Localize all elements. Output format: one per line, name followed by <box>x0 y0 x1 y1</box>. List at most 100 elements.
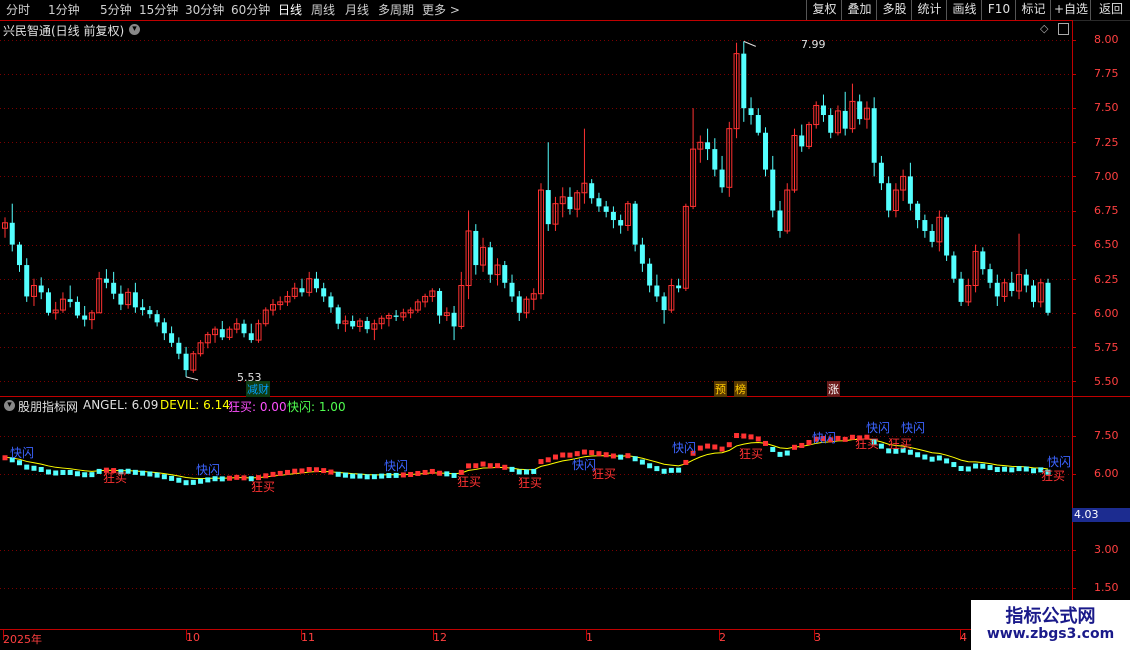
angel-bar <box>89 472 95 478</box>
angel-bar <box>965 466 971 472</box>
event-tag-bang[interactable]: 榜 <box>734 381 747 397</box>
angel-bar <box>2 455 8 461</box>
angel-bar <box>371 474 377 480</box>
angel-bar <box>560 452 566 458</box>
candle-body-down <box>610 211 616 221</box>
candle-body-down <box>748 108 754 116</box>
angel-bar <box>531 468 537 474</box>
angel-bar <box>741 433 747 439</box>
candle-body-down <box>763 132 769 170</box>
candle-body-down <box>140 307 146 311</box>
candle-body-down <box>987 269 993 283</box>
candle-body-down <box>958 278 964 302</box>
indicator-name[interactable]: 股朋指标网 <box>18 398 78 415</box>
angel-bar <box>538 459 544 465</box>
indicator-tick: 1.50 <box>1094 581 1119 594</box>
angel-bar <box>219 476 225 482</box>
angel-bar <box>480 461 486 467</box>
candle-body-down <box>241 323 247 334</box>
angel-bar <box>205 477 211 483</box>
angel-bar <box>502 464 508 470</box>
candle-body-down <box>705 142 711 150</box>
angel-bar <box>270 471 276 477</box>
candle-body-down <box>994 282 1000 297</box>
angel-bar <box>1031 468 1037 474</box>
angel-bar <box>400 472 406 478</box>
kuaishan-signal: 快闪 <box>812 431 836 445</box>
candle-body-down <box>980 251 986 270</box>
candle-body-down <box>183 353 189 371</box>
angel-bar <box>806 439 812 445</box>
indicator-tick: 3.00 <box>1094 543 1119 556</box>
angel-bar <box>799 442 805 448</box>
angel-bar <box>422 469 428 475</box>
angel-bar <box>342 472 348 478</box>
price-tick: 6.00 <box>1094 307 1119 320</box>
event-tag-jiancai[interactable]: 减财 <box>246 381 270 397</box>
kuaishan-signal: 快闪 <box>672 441 696 455</box>
candle-body-down <box>1023 274 1029 286</box>
candle-body-down <box>944 217 950 256</box>
angel-bar <box>335 471 341 477</box>
angel-bar <box>45 469 51 475</box>
event-tag-yu[interactable]: 预 <box>714 381 727 397</box>
angel-bar <box>878 443 884 449</box>
angel-bar <box>495 463 501 469</box>
angel-value: ANGEL: 6.09 <box>83 398 159 412</box>
angel-bar <box>415 470 421 476</box>
angel-bar <box>466 463 472 469</box>
candle-body-down <box>741 53 747 109</box>
angel-bar <box>994 467 1000 473</box>
kuangmai-signal: 狂买 <box>739 447 763 461</box>
candle-body-down <box>922 220 928 231</box>
kuaishan-signal: 快闪 <box>572 458 596 472</box>
angel-bar <box>668 467 674 473</box>
indicator-tick: 7.50 <box>1094 429 1119 442</box>
angel-bar <box>386 473 392 479</box>
kline-chart[interactable]: 狂买狂买 狂买 狂买狂买狂买狂买 狂买狂买快闪快闪 快闪 快闪快闪快闪快闪 快闪快闪 <box>0 0 1130 650</box>
angel-bar <box>198 478 204 484</box>
kuangmai-signal: 狂买 <box>518 476 542 490</box>
angel-bar <box>748 434 754 440</box>
kuangmai-signal: 狂买 <box>855 437 879 451</box>
angel-bar <box>632 456 638 462</box>
candle-body-down <box>545 190 551 225</box>
chevron-down-icon[interactable]: ▾ <box>4 400 15 411</box>
candle-body-down <box>1045 282 1051 313</box>
candle-body-down <box>1031 285 1037 302</box>
candle-body-down <box>45 292 51 313</box>
diamond-icon[interactable]: ◇ <box>1040 22 1048 35</box>
angel-bar <box>328 469 334 475</box>
kuaishan-value: 快闪: 1.00 <box>287 400 346 414</box>
angel-bar <box>552 454 558 460</box>
panel-toggle-icon[interactable] <box>1058 23 1069 35</box>
angel-bar <box>944 458 950 464</box>
angel-bar <box>227 475 233 481</box>
angel-bar <box>451 472 457 478</box>
date-tick: 10 <box>186 631 200 644</box>
price-tick: 7.00 <box>1094 170 1119 183</box>
event-tag-zhang[interactable]: 涨 <box>827 381 840 397</box>
angel-bar <box>350 473 356 479</box>
angel-bar <box>791 444 797 450</box>
angel-bar <box>618 454 624 460</box>
angel-bar <box>284 469 290 475</box>
angel-bar <box>545 457 551 463</box>
candle-body-down <box>103 278 109 283</box>
angel-bar <box>53 470 59 476</box>
angel-bar <box>379 473 385 479</box>
candle-body-down <box>169 333 175 343</box>
candle-body-down <box>603 206 609 212</box>
angel-bar <box>234 474 240 480</box>
date-tick: 2 <box>719 631 726 644</box>
kuaishan-signal: 快闪 <box>196 463 220 477</box>
kuangmai-value: 狂买: 0.00 <box>228 400 287 414</box>
candle-body-down <box>915 203 921 221</box>
candle-body-down <box>951 255 957 279</box>
angel-bar <box>299 468 305 474</box>
angel-bar <box>292 468 298 474</box>
chevron-down-icon[interactable]: ▾ <box>129 24 140 35</box>
candle-body-down <box>676 285 682 289</box>
watermark-logo: 指标公式网 www.zbgs3.com <box>971 600 1130 650</box>
angel-bar <box>777 451 783 457</box>
